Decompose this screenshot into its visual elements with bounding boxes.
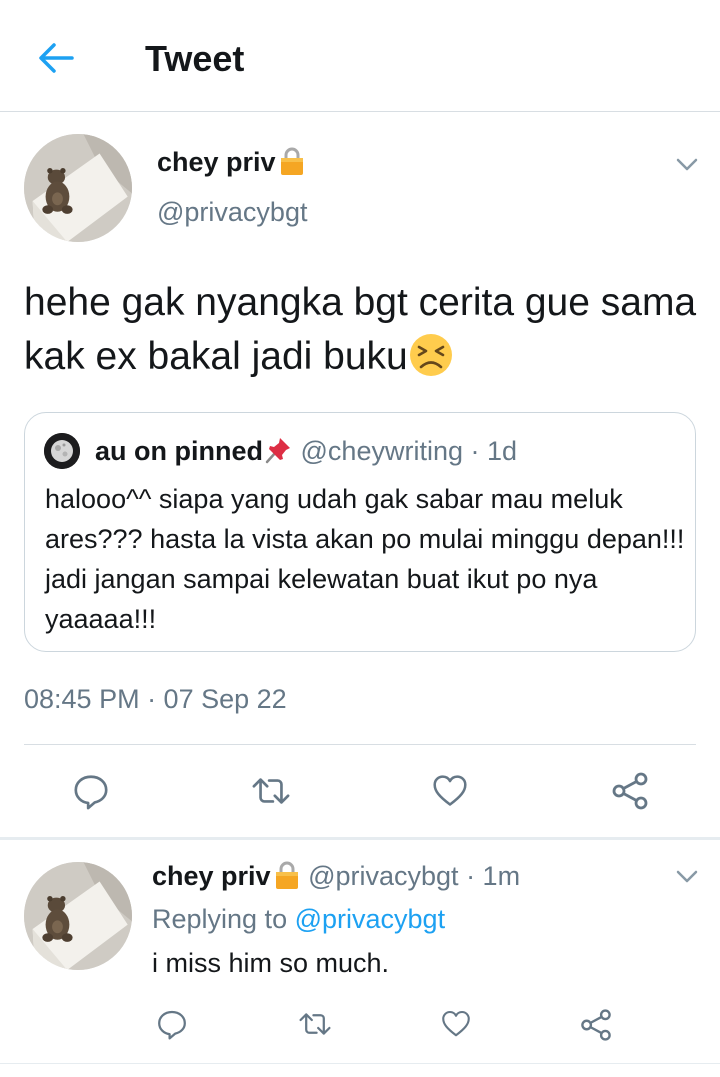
quoted-avatar[interactable] bbox=[44, 433, 80, 469]
lock-icon bbox=[278, 146, 306, 176]
author-display-name[interactable]: chey priv bbox=[157, 147, 276, 177]
divider bbox=[24, 744, 696, 745]
chevron-down-icon[interactable] bbox=[676, 158, 698, 172]
tweet-text-content: hehe gak nyangka bgt cerita gue sama kak… bbox=[24, 281, 697, 378]
replying-to-link[interactable]: @privacybgt bbox=[295, 904, 445, 934]
avatar[interactable] bbox=[24, 134, 132, 242]
quoted-handle: @cheywriting bbox=[300, 436, 463, 466]
author-handle[interactable]: @privacybgt bbox=[157, 197, 307, 228]
reply-display-name[interactable]: chey priv bbox=[152, 861, 271, 891]
reply-icon[interactable] bbox=[156, 1008, 188, 1040]
pushpin-emoji bbox=[265, 438, 290, 464]
quoted-tweet[interactable]: au on pinned @cheywriting · 1d halooo^^ … bbox=[24, 412, 696, 652]
reply-avatar[interactable] bbox=[24, 862, 132, 970]
chevron-down-icon[interactable] bbox=[676, 870, 698, 884]
like-icon[interactable] bbox=[440, 1009, 472, 1039]
top-bar: Tweet bbox=[0, 0, 720, 112]
retweet-icon[interactable] bbox=[251, 772, 291, 810]
reply-text: i miss him so much. bbox=[152, 948, 390, 978]
lock-icon bbox=[273, 860, 301, 890]
quoted-display-name: au on pinned bbox=[95, 436, 263, 466]
tired-face-emoji bbox=[409, 334, 452, 376]
divider bbox=[0, 837, 720, 840]
author-name[interactable]: chey priv bbox=[157, 146, 306, 178]
quoted-text: halooo^^ siapa yang udah gak sabar mau m… bbox=[45, 484, 685, 634]
replying-to: Replying to @privacybgt bbox=[152, 904, 445, 935]
share-icon[interactable] bbox=[579, 1008, 613, 1042]
replying-to-label: Replying to bbox=[152, 904, 288, 934]
retweet-icon[interactable] bbox=[298, 1008, 332, 1040]
tweet-timestamp: 08:45 PM · 07 Sep 22 bbox=[24, 684, 287, 714]
quoted-header: au on pinned @cheywriting · 1d bbox=[95, 435, 517, 467]
reply-time: · 1m bbox=[466, 861, 521, 891]
page-title: Tweet bbox=[145, 38, 245, 79]
reply-header: chey priv @privacybgt · 1m bbox=[152, 860, 520, 892]
like-icon[interactable] bbox=[431, 773, 469, 809]
reply-handle[interactable]: @privacybgt bbox=[308, 861, 458, 891]
divider bbox=[0, 1063, 720, 1064]
reply-icon[interactable] bbox=[72, 772, 110, 810]
back-arrow-icon[interactable] bbox=[36, 40, 76, 76]
tweet-text: hehe gak nyangka bgt cerita gue sama kak… bbox=[24, 276, 704, 384]
quoted-time: · 1d bbox=[470, 436, 518, 466]
share-icon[interactable] bbox=[610, 771, 650, 811]
